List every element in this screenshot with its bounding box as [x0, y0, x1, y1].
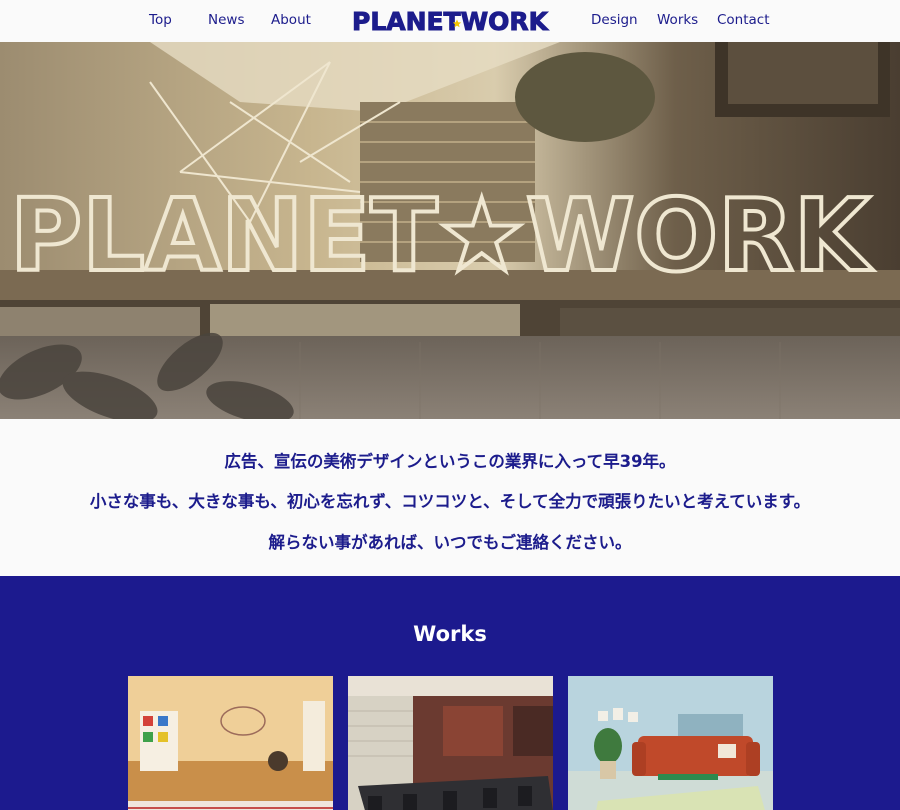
logo-wordmark: PLANETWORK: [352, 7, 550, 36]
hero-image: PLANET★WORK: [0, 42, 900, 419]
nav-works[interactable]: Works: [657, 12, 698, 28]
works-thumb-living-room[interactable]: [568, 676, 773, 810]
works-section: Works: [0, 576, 900, 810]
kids-room-image: [128, 676, 333, 810]
nav-contact[interactable]: Contact: [717, 12, 770, 28]
nav-top[interactable]: Top: [149, 12, 172, 28]
living-room-image: [568, 676, 773, 810]
hero-sign-text: PLANET★WORK: [10, 177, 873, 294]
intro-line-3: 解らない事があれば、いつでもご連絡ください。: [268, 533, 632, 552]
nav-news[interactable]: News: [208, 12, 244, 28]
works-heading: Works: [413, 622, 487, 646]
planetwork-logo: PLANETWORK: [352, 7, 551, 37]
works-thumb-office[interactable]: [348, 676, 553, 810]
intro-line-1: 広告、宣伝の美術デザインというこの業界に入って早39年。: [224, 452, 676, 471]
nav-design[interactable]: Design: [591, 12, 638, 28]
intro-line-2: 小さな事も、大きな事も、初心を忘れず、コツコツと、そして全力で頑張りたいと考えて…: [89, 492, 811, 511]
hero-photo: PLANET★WORK: [0, 42, 900, 419]
office-room-image: [348, 676, 553, 810]
works-thumb-kids-room[interactable]: [128, 676, 333, 810]
nav-about[interactable]: About: [271, 12, 311, 28]
intro-section: 広告、宣伝の美術デザインというこの業界に入って早39年。 小さな事も、大きな事も…: [0, 419, 900, 576]
site-header: Top News About PLANETWORK Design Works C…: [0, 0, 900, 42]
site-logo[interactable]: PLANETWORK: [350, 4, 551, 37]
